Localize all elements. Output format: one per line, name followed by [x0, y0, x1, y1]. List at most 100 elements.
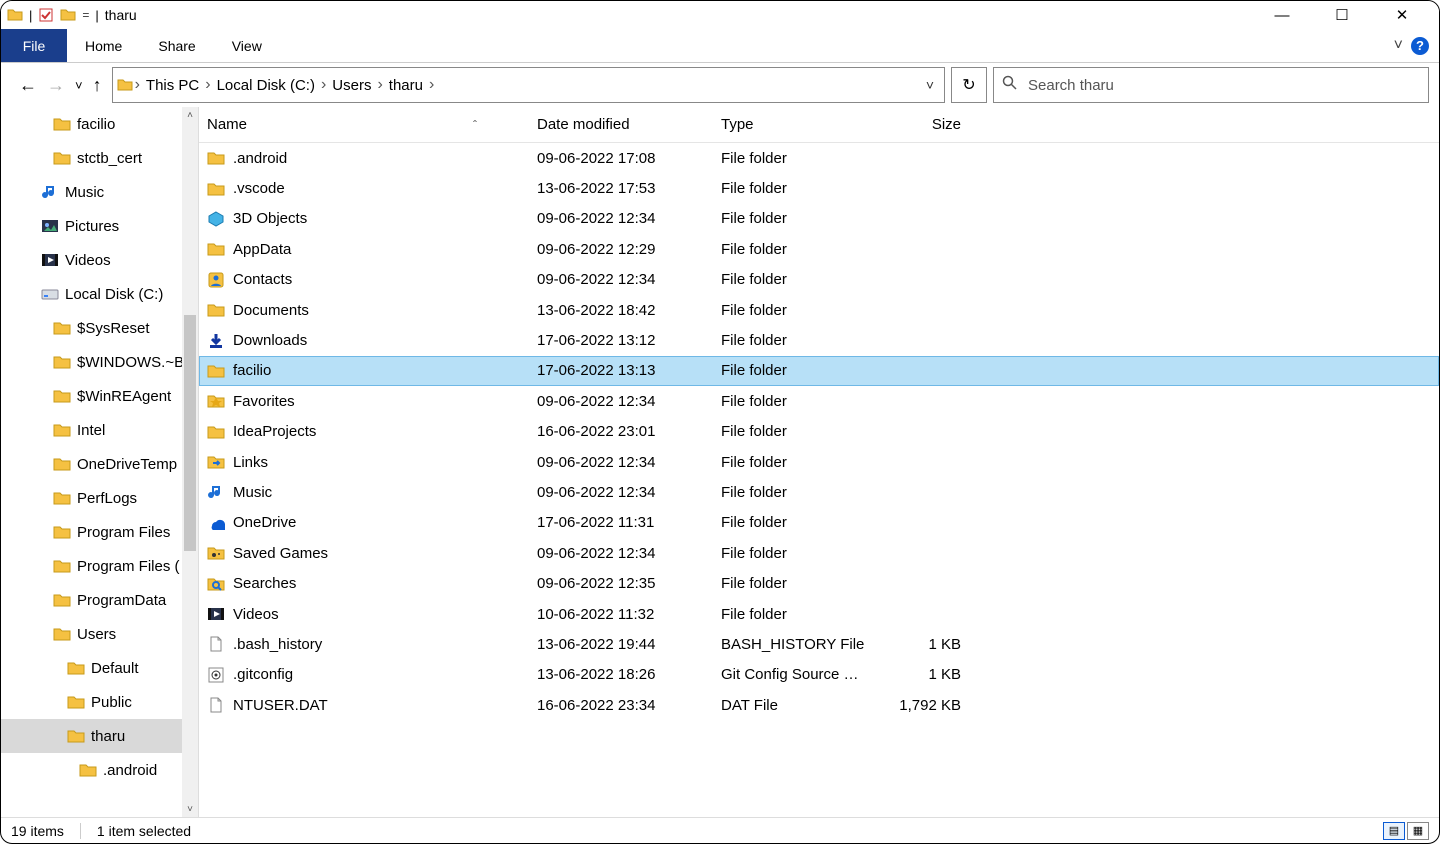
- table-row[interactable]: .gitconfig13-06-2022 18:26Git Config Sou…: [199, 660, 1439, 690]
- nav-tree[interactable]: faciliostctb_certMusic Pictures VideosLoca…: [1, 107, 182, 817]
- table-row[interactable]: Contacts09-06-2022 12:34File folder: [199, 265, 1439, 295]
- table-row[interactable]: Links09-06-2022 12:34File folder: [199, 447, 1439, 477]
- title-bar[interactable]: | = | tharu — ☐ ✕: [1, 1, 1439, 29]
- table-row[interactable]: .vscode13-06-2022 17:53File folder: [199, 173, 1439, 203]
- column-name[interactable]: Name ˆ: [207, 116, 537, 133]
- table-row[interactable]: NTUSER.DAT16-06-2022 23:34DAT File1,792 …: [199, 690, 1439, 720]
- table-row[interactable]: OneDrive17-06-2022 11:31File folder: [199, 508, 1439, 538]
- tree-item[interactable]: stctb_cert: [1, 141, 182, 175]
- view-large-button[interactable]: ▦: [1407, 822, 1429, 840]
- column-date[interactable]: Date modified: [537, 116, 721, 133]
- table-row[interactable]: Saved Games09-06-2022 12:34File folder: [199, 538, 1439, 568]
- breadcrumb-sep-icon[interactable]: ›: [133, 76, 142, 94]
- scroll-up-icon[interactable]: ˄: [182, 107, 198, 123]
- breadcrumb-local-disk[interactable]: Local Disk (C:): [213, 77, 319, 94]
- breadcrumb-sep-icon[interactable]: ›: [375, 76, 384, 94]
- tree-item[interactable]: $WinREAgent: [1, 379, 182, 413]
- tree-item-label: Pictures: [65, 218, 119, 235]
- table-row[interactable]: Videos10-06-2022 11:32File folder: [199, 599, 1439, 629]
- tab-view[interactable]: View: [214, 29, 280, 62]
- table-row[interactable]: Music09-06-2022 12:34File folder: [199, 477, 1439, 507]
- tree-item[interactable]: Public: [1, 685, 182, 719]
- tab-file[interactable]: File: [1, 29, 67, 62]
- column-size[interactable]: Size: [875, 116, 971, 133]
- nav-forward-button[interactable]: →: [47, 75, 65, 96]
- nav-back-button[interactable]: ←: [19, 75, 37, 96]
- help-icon[interactable]: ?: [1411, 37, 1429, 55]
- table-row[interactable]: .bash_history13-06-2022 19:44BASH_HISTOR…: [199, 629, 1439, 659]
- tree-item[interactable]: Videos: [1, 243, 182, 277]
- downloads-icon: [207, 332, 225, 350]
- cell-date: 13-06-2022 18:26: [537, 666, 721, 683]
- tree-item[interactable]: Local Disk (C:): [1, 277, 182, 311]
- file-name: Documents: [233, 302, 309, 319]
- tree-item[interactable]: .android: [1, 753, 182, 787]
- table-row[interactable]: Searches09-06-2022 12:35File folder: [199, 568, 1439, 598]
- tab-home[interactable]: Home: [67, 29, 140, 62]
- table-row[interactable]: AppData09-06-2022 12:29File folder: [199, 234, 1439, 264]
- qat-dropdown[interactable]: =: [82, 8, 89, 22]
- scroll-down-icon[interactable]: ˅: [182, 801, 198, 817]
- table-row[interactable]: IdeaProjects16-06-2022 23:01File folder: [199, 417, 1439, 447]
- table-row[interactable]: Downloads17-06-2022 13:12File folder: [199, 325, 1439, 355]
- cell-date: 09-06-2022 17:08: [537, 150, 721, 167]
- table-row[interactable]: facilio17-06-2022 13:13File folder: [199, 356, 1439, 386]
- breadcrumb-sep-icon[interactable]: ›: [427, 76, 436, 94]
- view-details-button[interactable]: ▤: [1383, 822, 1405, 840]
- tree-item-label: OneDriveTemp: [77, 456, 177, 473]
- nav-recent-dropdown[interactable]: ˅: [75, 78, 83, 93]
- cell-date: 09-06-2022 12:34: [537, 484, 721, 501]
- maximize-button[interactable]: ☐: [1325, 3, 1359, 27]
- tab-share[interactable]: Share: [140, 29, 213, 62]
- file-list[interactable]: .android09-06-2022 17:08File folder.vsco…: [199, 143, 1439, 817]
- tree-item[interactable]: Program Files (: [1, 549, 182, 583]
- tree-item[interactable]: PerfLogs: [1, 481, 182, 515]
- tree-item[interactable]: Program Files: [1, 515, 182, 549]
- table-row[interactable]: Favorites09-06-2022 12:34File folder: [199, 386, 1439, 416]
- tree-item[interactable]: Pictures: [1, 209, 182, 243]
- breadcrumb-this-pc[interactable]: This PC: [142, 77, 203, 94]
- searches-icon: [207, 575, 225, 593]
- close-button[interactable]: ✕: [1385, 3, 1419, 27]
- tree-item[interactable]: $WINDOWS.~B: [1, 345, 182, 379]
- table-row[interactable]: 3D Objects09-06-2022 12:34File folder: [199, 204, 1439, 234]
- status-bar: 19 items 1 item selected ▤ ▦: [1, 817, 1439, 843]
- folder-icon: [67, 727, 85, 745]
- breadcrumb-tharu[interactable]: tharu: [385, 77, 427, 94]
- tree-item[interactable]: Default: [1, 651, 182, 685]
- tree-item[interactable]: Music: [1, 175, 182, 209]
- status-divider: [80, 823, 81, 839]
- tree-item[interactable]: facilio: [1, 107, 182, 141]
- file-name: Saved Games: [233, 545, 328, 562]
- minimize-button[interactable]: —: [1265, 3, 1299, 27]
- cell-type: File folder: [721, 545, 875, 562]
- nav-up-button[interactable]: ↑: [93, 75, 102, 96]
- tree-item[interactable]: tharu: [1, 719, 182, 753]
- search-input[interactable]: Search tharu: [993, 67, 1429, 103]
- cell-date: 09-06-2022 12:34: [537, 393, 721, 410]
- tree-item[interactable]: Users: [1, 617, 182, 651]
- file-name: .gitconfig: [233, 666, 293, 683]
- file-name: Contacts: [233, 271, 292, 288]
- games-icon: [207, 544, 225, 562]
- tree-item[interactable]: ProgramData: [1, 583, 182, 617]
- breadcrumb-sep-icon[interactable]: ›: [203, 76, 212, 94]
- qat-properties-icon[interactable]: [38, 7, 54, 23]
- cell-name: facilio: [207, 362, 537, 380]
- breadcrumb-sep-icon[interactable]: ›: [319, 76, 328, 94]
- tree-item[interactable]: OneDriveTemp: [1, 447, 182, 481]
- table-row[interactable]: .android09-06-2022 17:08File folder: [199, 143, 1439, 173]
- address-dropdown-icon[interactable]: ˅: [926, 77, 934, 93]
- scroll-thumb[interactable]: [184, 315, 196, 551]
- tree-scrollbar[interactable]: ˄ ˅: [182, 107, 198, 817]
- address-bar[interactable]: › This PC › Local Disk (C:) › Users › th…: [112, 67, 945, 103]
- breadcrumb-users[interactable]: Users: [328, 77, 375, 94]
- contacts-icon: [207, 271, 225, 289]
- refresh-button[interactable]: ↻: [951, 67, 987, 103]
- table-row[interactable]: Documents13-06-2022 18:42File folder: [199, 295, 1439, 325]
- tree-item[interactable]: Intel: [1, 413, 182, 447]
- expand-ribbon-icon[interactable]: ˅: [1394, 37, 1403, 55]
- column-type[interactable]: Type: [721, 116, 875, 133]
- folder-icon: [207, 423, 225, 441]
- tree-item[interactable]: $SysReset: [1, 311, 182, 345]
